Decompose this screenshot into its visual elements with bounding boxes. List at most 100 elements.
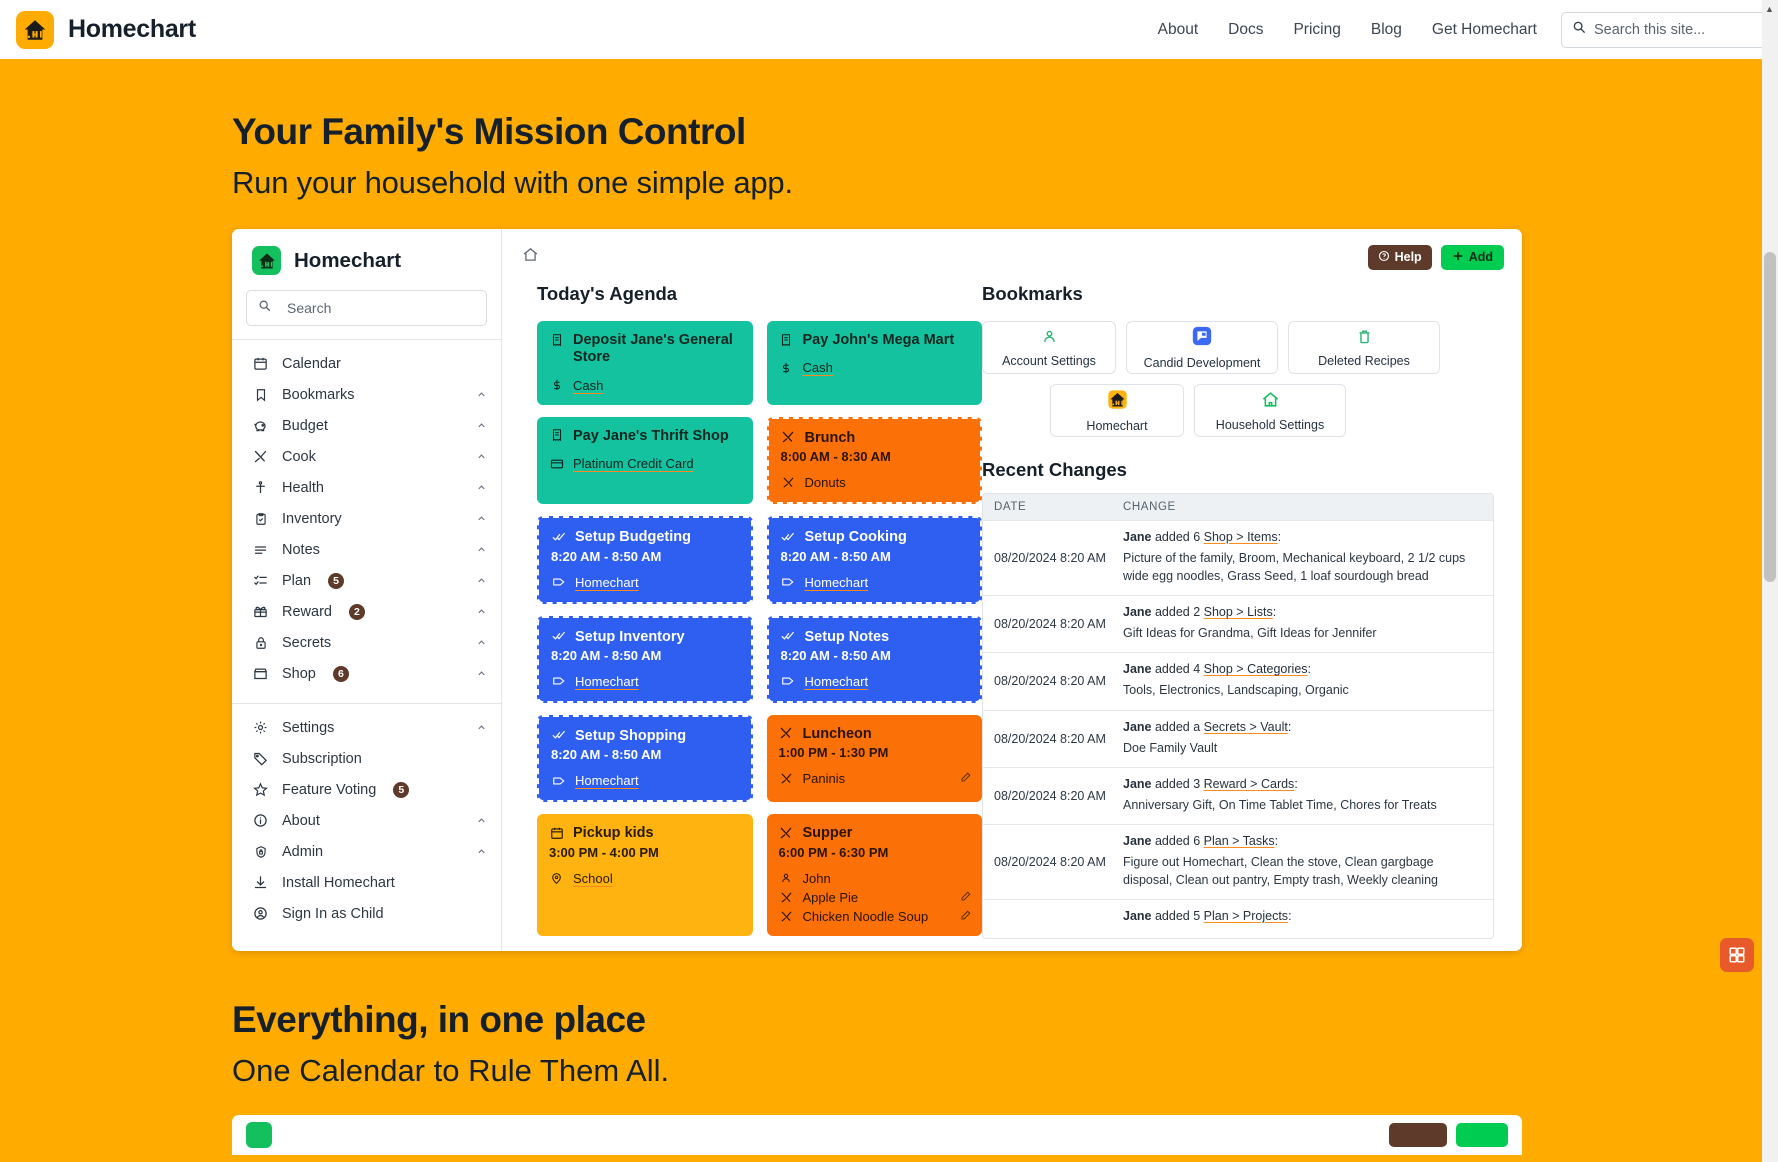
scrollbar-thumb[interactable] (1764, 252, 1776, 582)
table-row[interactable]: 08/20/2024 8:20 AM Jane added 4 Shop > C… (983, 652, 1493, 709)
bookmark-candid-development[interactable]: Candid Development (1126, 321, 1278, 374)
sidebar-item-inventory[interactable]: Inventory (232, 503, 501, 534)
nav-link-get-homechart[interactable]: Get Homechart (1432, 21, 1537, 39)
agenda-card[interactable]: Pay Jane's Thrift Shop Platinum Credit C… (537, 416, 753, 505)
agenda-card-meta[interactable]: Donuts (781, 475, 969, 490)
table-row[interactable]: 08/20/2024 8:20 AM Jane added 6 Shop > I… (983, 520, 1493, 595)
agenda-card[interactable]: Pickup kids 3:00 PM - 4:00 PM School (537, 814, 753, 936)
table-row[interactable]: 08/20/2024 8:20 AM Jane added 3 Reward >… (983, 766, 1493, 824)
agenda-card-meta[interactable]: School (549, 871, 741, 886)
agenda-card-meta[interactable]: Homechart (781, 674, 969, 689)
agenda-card-meta-label[interactable]: Cash (573, 378, 603, 393)
nav-link-pricing[interactable]: Pricing (1293, 21, 1340, 39)
sidebar-item-health[interactable]: Health (232, 472, 501, 503)
agenda-card-meta[interactable]: Cash (779, 360, 971, 375)
nav-link-about[interactable]: About (1158, 21, 1199, 39)
agenda-card-meta[interactable]: Homechart (551, 674, 739, 689)
site-search-input[interactable] (1594, 21, 1755, 38)
bookmark-account-settings[interactable]: Account Settings (982, 321, 1116, 374)
floating-widget-button[interactable] (1720, 938, 1754, 972)
edit-pencil-icon[interactable] (960, 909, 972, 924)
agenda-card[interactable]: Setup Notes 8:20 AM - 8:50 AM Homechart (766, 615, 982, 703)
table-row[interactable]: 08/20/2024 8:20 AM Jane added a Secrets … (983, 709, 1493, 767)
sidebar-item-settings[interactable]: Settings (232, 712, 501, 743)
agenda-card-meta-label[interactable]: Cash (803, 360, 833, 375)
agenda-card[interactable]: Luncheon 1:00 PM - 1:30 PM Paninis (766, 714, 982, 803)
sidebar-item-feature-voting[interactable]: Feature Voting 5 (232, 774, 501, 805)
sidebar-item-secrets[interactable]: Secrets (232, 627, 501, 658)
agenda-card-meta-label[interactable]: Homechart (575, 575, 639, 590)
chevron-up-icon[interactable] (476, 389, 487, 400)
agenda-card[interactable]: Setup Inventory 8:20 AM - 8:50 AM Homech… (537, 615, 753, 703)
site-search[interactable] (1561, 11, 1766, 48)
agenda-card[interactable]: Setup Budgeting 8:20 AM - 8:50 AM Homech… (537, 516, 753, 604)
chevron-up-icon[interactable] (476, 722, 487, 733)
agenda-card-meta[interactable]: Homechart (551, 773, 739, 788)
row-link[interactable]: Shop > Categories (1204, 662, 1308, 676)
site-brand[interactable]: Homechart (12, 10, 196, 49)
edit-pencil-icon[interactable] (960, 771, 972, 786)
app-sidebar-brand[interactable]: Homechart (232, 229, 501, 288)
row-link[interactable]: Shop > Items (1204, 530, 1278, 544)
chevron-up-icon[interactable] (476, 606, 487, 617)
bookmark-homechart[interactable]: Homechart (1050, 384, 1184, 437)
table-row[interactable]: Jane added 5 Plan > Projects: (983, 899, 1493, 938)
agenda-card-meta[interactable]: Homechart (781, 575, 969, 590)
row-link[interactable]: Secrets > Vault (1204, 720, 1288, 734)
page-scrollbar[interactable]: ▲ (1762, 0, 1778, 1162)
sidebar-item-notes[interactable]: Notes (232, 534, 501, 565)
sidebar-item-install-homechart[interactable]: Install Homechart (232, 867, 501, 898)
agenda-card[interactable]: Supper 6:00 PM - 6:30 PM John Apple Pie (766, 814, 982, 936)
agenda-card-meta-label[interactable]: Chicken Noodle Soup (803, 909, 929, 924)
row-link[interactable]: Plan > Projects (1204, 909, 1288, 923)
agenda-card-meta[interactable]: Apple Pie (779, 890, 971, 905)
sidebar-item-bookmarks[interactable]: Bookmarks (232, 379, 501, 410)
agenda-card[interactable]: Deposit Jane's General Store Cash (537, 321, 753, 405)
chevron-up-icon[interactable] (476, 544, 487, 555)
agenda-card-meta-label[interactable]: School (573, 871, 613, 886)
agenda-card-meta-label[interactable]: Paninis (803, 771, 846, 786)
nav-link-blog[interactable]: Blog (1371, 21, 1402, 39)
agenda-card-meta-label[interactable]: Donuts (805, 475, 846, 490)
chevron-up-icon[interactable] (476, 575, 487, 586)
agenda-card-meta[interactable]: Cash (549, 378, 741, 393)
sidebar-item-calendar[interactable]: Calendar (232, 348, 501, 379)
table-row[interactable]: 08/20/2024 8:20 AM Jane added 6 Plan > T… (983, 823, 1493, 899)
sidebar-item-budget[interactable]: Budget (232, 410, 501, 441)
add-button[interactable] (1456, 1123, 1508, 1147)
sidebar-item-subscription[interactable]: Subscription (232, 743, 501, 774)
row-link[interactable]: Reward > Cards (1204, 777, 1295, 791)
sidebar-item-shop[interactable]: Shop 6 (232, 658, 501, 689)
agenda-card-meta-label[interactable]: John (803, 871, 831, 886)
bookmark-deleted-recipes[interactable]: Deleted Recipes (1288, 321, 1440, 374)
help-button[interactable] (1389, 1123, 1447, 1147)
agenda-card-meta[interactable]: Platinum Credit Card (549, 456, 741, 471)
sidebar-item-reward[interactable]: Reward 2 (232, 596, 501, 627)
agenda-card[interactable]: Brunch 8:00 AM - 8:30 AM Donuts (766, 416, 982, 505)
agenda-card-meta[interactable]: Homechart (551, 575, 739, 590)
chevron-up-icon[interactable] (476, 482, 487, 493)
app-sidebar-search[interactable]: Search (246, 290, 487, 326)
row-link[interactable]: Shop > Lists (1204, 605, 1273, 619)
agenda-card[interactable]: Setup Cooking 8:20 AM - 8:50 AM Homechar… (766, 516, 982, 604)
chevron-up-icon[interactable] (476, 668, 487, 679)
agenda-card-meta-label[interactable]: Homechart (575, 773, 639, 788)
chevron-up-icon[interactable] (476, 420, 487, 431)
sidebar-item-about[interactable]: About (232, 805, 501, 836)
add-button[interactable]: Add (1440, 244, 1504, 270)
agenda-card-meta[interactable]: Chicken Noodle Soup (779, 909, 971, 924)
scroll-up-arrow-icon[interactable]: ▲ (1765, 4, 1774, 14)
bookmark-household-settings[interactable]: Household Settings (1194, 384, 1346, 437)
home-icon[interactable] (522, 246, 539, 268)
sidebar-item-sign-in-as-child[interactable]: Sign In as Child (232, 898, 501, 929)
sidebar-item-admin[interactable]: Admin (232, 836, 501, 867)
agenda-card[interactable]: Setup Shopping 8:20 AM - 8:50 AM Homecha… (537, 714, 753, 803)
agenda-card-meta-label[interactable]: Homechart (805, 674, 869, 689)
table-row[interactable]: 08/20/2024 8:20 AM Jane added 2 Shop > L… (983, 595, 1493, 652)
chevron-up-icon[interactable] (476, 815, 487, 826)
chevron-up-icon[interactable] (476, 451, 487, 462)
sidebar-item-plan[interactable]: Plan 5 (232, 565, 501, 596)
agenda-card-meta-label[interactable]: Apple Pie (803, 890, 859, 905)
chevron-up-icon[interactable] (476, 846, 487, 857)
help-button[interactable]: Help (1367, 244, 1432, 270)
